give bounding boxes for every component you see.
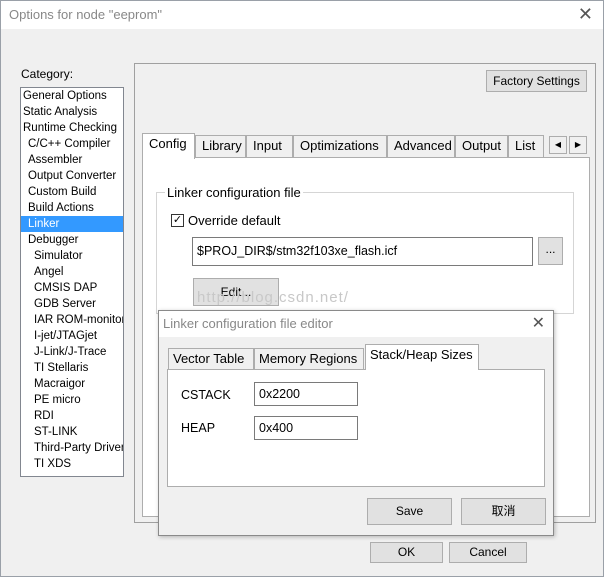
browse-button[interactable]: ... (538, 237, 563, 265)
tab-stack-heap-sizes[interactable]: Stack/Heap Sizes (365, 344, 479, 370)
linker-config-group-label: Linker configuration file (165, 185, 303, 200)
category-item-st-link[interactable]: ST-LINK (21, 424, 123, 440)
tab-input[interactable]: Input (246, 135, 293, 157)
title-bar[interactable]: Options for node "eeprom" ✕ (1, 1, 603, 29)
heap-input[interactable]: 0x400 (254, 416, 358, 440)
category-item-general-options[interactable]: General Options (21, 88, 123, 104)
factory-settings-button[interactable]: Factory Settings (486, 70, 587, 92)
cstack-input[interactable]: 0x2200 (254, 382, 358, 406)
category-list[interactable]: General Options Static Analysis Runtime Ch… (20, 87, 124, 477)
tab-memory-regions[interactable]: Memory Regions (254, 348, 364, 370)
category-item-macraigor[interactable]: Macraigor (21, 376, 123, 392)
category-item-pe-micro[interactable]: PE micro (21, 392, 123, 408)
tab-vector-table[interactable]: Vector Table (168, 348, 254, 370)
category-item-cmsis-dap[interactable]: CMSIS DAP (21, 280, 123, 296)
linker-config-editor-dialog: Linker configuration file editor ✕ Vecto… (158, 310, 554, 536)
category-item-third-party-driver[interactable]: Third-Party Driver (21, 440, 123, 456)
override-default-checkbox[interactable]: ✓ (171, 214, 184, 227)
override-default-label: Override default (188, 213, 281, 228)
save-button[interactable]: Save (367, 498, 452, 525)
category-item-debugger[interactable]: Debugger (21, 232, 123, 248)
tab-advanced[interactable]: Advanced (387, 135, 455, 157)
tab-scroll-right-icon[interactable]: ▶ (569, 136, 587, 154)
tab-list[interactable]: List (508, 135, 544, 157)
category-item-assembler[interactable]: Assembler (21, 152, 123, 168)
category-label: Category: (21, 67, 74, 81)
cstack-label: CSTACK (181, 388, 231, 402)
close-icon[interactable]: ✕ (578, 4, 593, 25)
heap-label: HEAP (181, 421, 216, 435)
window-title: Options for node "eeprom" (9, 7, 163, 22)
category-item-simulator[interactable]: Simulator (21, 248, 123, 264)
category-item-rdi[interactable]: RDI (21, 408, 123, 424)
category-item-ti-stellaris[interactable]: TI Stellaris (21, 360, 123, 376)
tab-scroll-left-icon[interactable]: ◀ (549, 136, 567, 154)
category-item-output-converter[interactable]: Output Converter (21, 168, 123, 184)
category-item-linker[interactable]: Linker (21, 216, 123, 232)
close-icon[interactable]: ✕ (532, 313, 545, 333)
tab-optimizations[interactable]: Optimizations (293, 135, 387, 157)
category-item-angel[interactable]: Angel (21, 264, 123, 280)
tab-config[interactable]: Config (142, 133, 195, 159)
category-item-i-jet-jtagjet[interactable]: I-jet/JTAGjet (21, 328, 123, 344)
cancel-button[interactable]: Cancel (449, 542, 527, 563)
editor-cancel-button[interactable]: 取消 (461, 498, 546, 525)
tab-library[interactable]: Library (195, 135, 246, 157)
category-item-c-c-compiler[interactable]: C/C++ Compiler (21, 136, 123, 152)
category-item-runtime-checking[interactable]: Runtime Checking (21, 120, 123, 136)
editor-title-bar[interactable]: Linker configuration file editor ✕ (159, 311, 553, 337)
editor-title: Linker configuration file editor (163, 316, 333, 331)
category-item-ti-xds[interactable]: TI XDS (21, 456, 123, 472)
category-item-custom-build[interactable]: Custom Build (21, 184, 123, 200)
tab-output[interactable]: Output (455, 135, 508, 157)
ok-button[interactable]: OK (370, 542, 443, 563)
config-file-path-field[interactable]: $PROJ_DIR$/stm32f103xe_flash.icf (192, 237, 533, 266)
category-item-static-analysis[interactable]: Static Analysis (21, 104, 123, 120)
category-item-iar-rom-monitor[interactable]: IAR ROM-monitor (21, 312, 123, 328)
category-item-gdb-server[interactable]: GDB Server (21, 296, 123, 312)
category-item-j-link-j-trace[interactable]: J-Link/J-Trace (21, 344, 123, 360)
watermark-text: http://blog.csdn.net/ (197, 289, 349, 306)
category-item-build-actions[interactable]: Build Actions (21, 200, 123, 216)
